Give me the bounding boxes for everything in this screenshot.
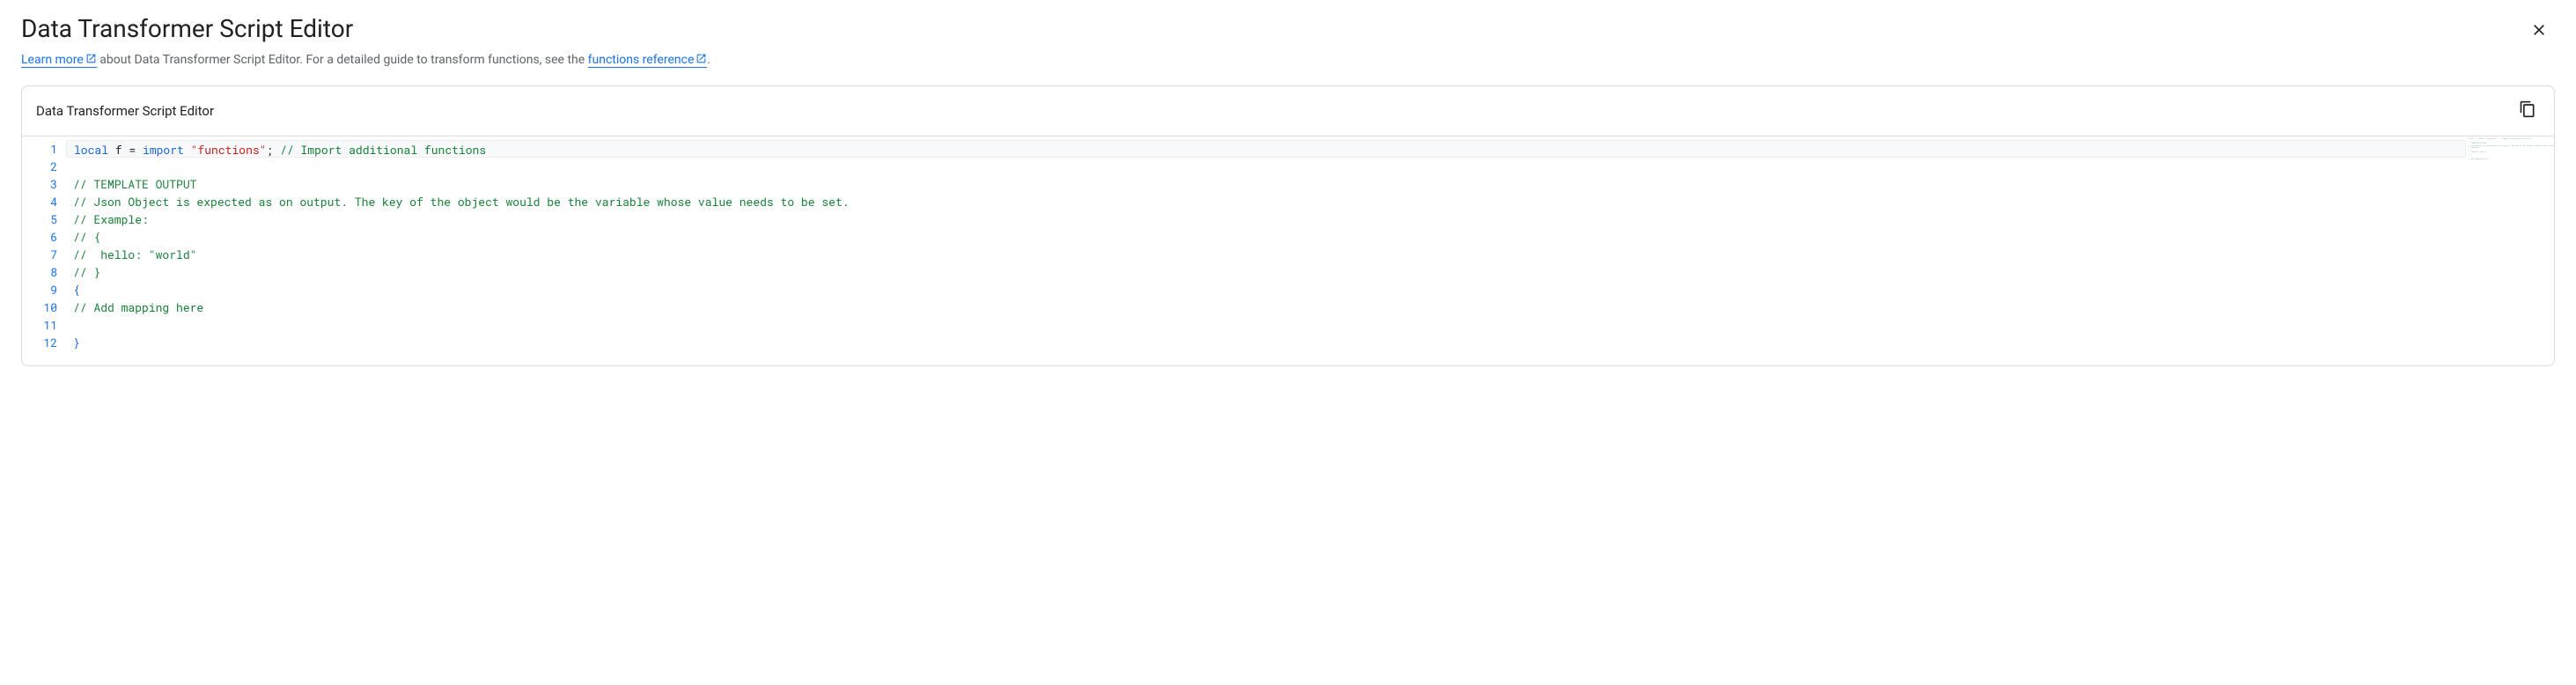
code-line[interactable]: // hello: "world" bbox=[66, 246, 2466, 263]
code-line[interactable]: } bbox=[66, 334, 2466, 351]
editor-panel: Data Transformer Script Editor 123456789… bbox=[21, 85, 2555, 366]
subtitle-text: Learn more about Data Transformer Script… bbox=[21, 53, 2555, 68]
line-number: 3 bbox=[22, 175, 57, 193]
code-editor[interactable]: 123456789101112 local f = import "functi… bbox=[22, 136, 2554, 365]
dialog-header: Data Transformer Script Editor bbox=[21, 14, 2555, 49]
code-line[interactable]: // Example: bbox=[66, 210, 2466, 228]
code-line[interactable]: // Json Object is expected as on output.… bbox=[66, 193, 2466, 210]
open-in-new-icon bbox=[85, 53, 97, 68]
close-button[interactable] bbox=[2523, 14, 2555, 49]
subtitle-end: . bbox=[707, 53, 710, 67]
code-line[interactable]: // TEMPLATE OUTPUT bbox=[66, 175, 2466, 193]
line-number: 9 bbox=[22, 281, 57, 298]
line-number: 10 bbox=[22, 298, 57, 316]
code-content[interactable]: local f = import "functions"; // Import … bbox=[66, 136, 2466, 365]
code-line[interactable]: local f = import "functions"; // Import … bbox=[66, 140, 2466, 158]
code-line[interactable]: // } bbox=[66, 263, 2466, 281]
editor-header: Data Transformer Script Editor bbox=[22, 86, 2554, 136]
line-number: 4 bbox=[22, 193, 57, 210]
code-line[interactable] bbox=[66, 316, 2466, 334]
functions-reference-link[interactable]: functions reference bbox=[588, 53, 708, 68]
minimap[interactable]: local f = import "functions"; // Import … bbox=[2466, 136, 2554, 365]
open-in-new-icon bbox=[696, 53, 707, 68]
learn-more-link[interactable]: Learn more bbox=[21, 53, 97, 68]
code-line[interactable]: // { bbox=[66, 228, 2466, 246]
close-icon bbox=[2530, 21, 2548, 42]
copy-button[interactable] bbox=[2515, 97, 2540, 125]
code-line[interactable]: // Add mapping here bbox=[66, 298, 2466, 316]
editor-panel-title: Data Transformer Script Editor bbox=[36, 103, 214, 119]
line-number: 1 bbox=[22, 140, 57, 158]
line-number: 5 bbox=[22, 210, 57, 228]
copy-icon bbox=[2519, 100, 2536, 122]
page-title: Data Transformer Script Editor bbox=[21, 14, 353, 43]
line-number-gutter: 123456789101112 bbox=[22, 136, 66, 365]
line-number: 11 bbox=[22, 316, 57, 334]
line-number: 6 bbox=[22, 228, 57, 246]
code-line[interactable]: { bbox=[66, 281, 2466, 298]
line-number: 12 bbox=[22, 334, 57, 351]
line-number: 8 bbox=[22, 263, 57, 281]
line-number: 2 bbox=[22, 158, 57, 175]
code-line[interactable] bbox=[66, 158, 2466, 175]
subtitle-middle: about Data Transformer Script Editor. Fo… bbox=[97, 53, 588, 67]
line-number: 7 bbox=[22, 246, 57, 263]
